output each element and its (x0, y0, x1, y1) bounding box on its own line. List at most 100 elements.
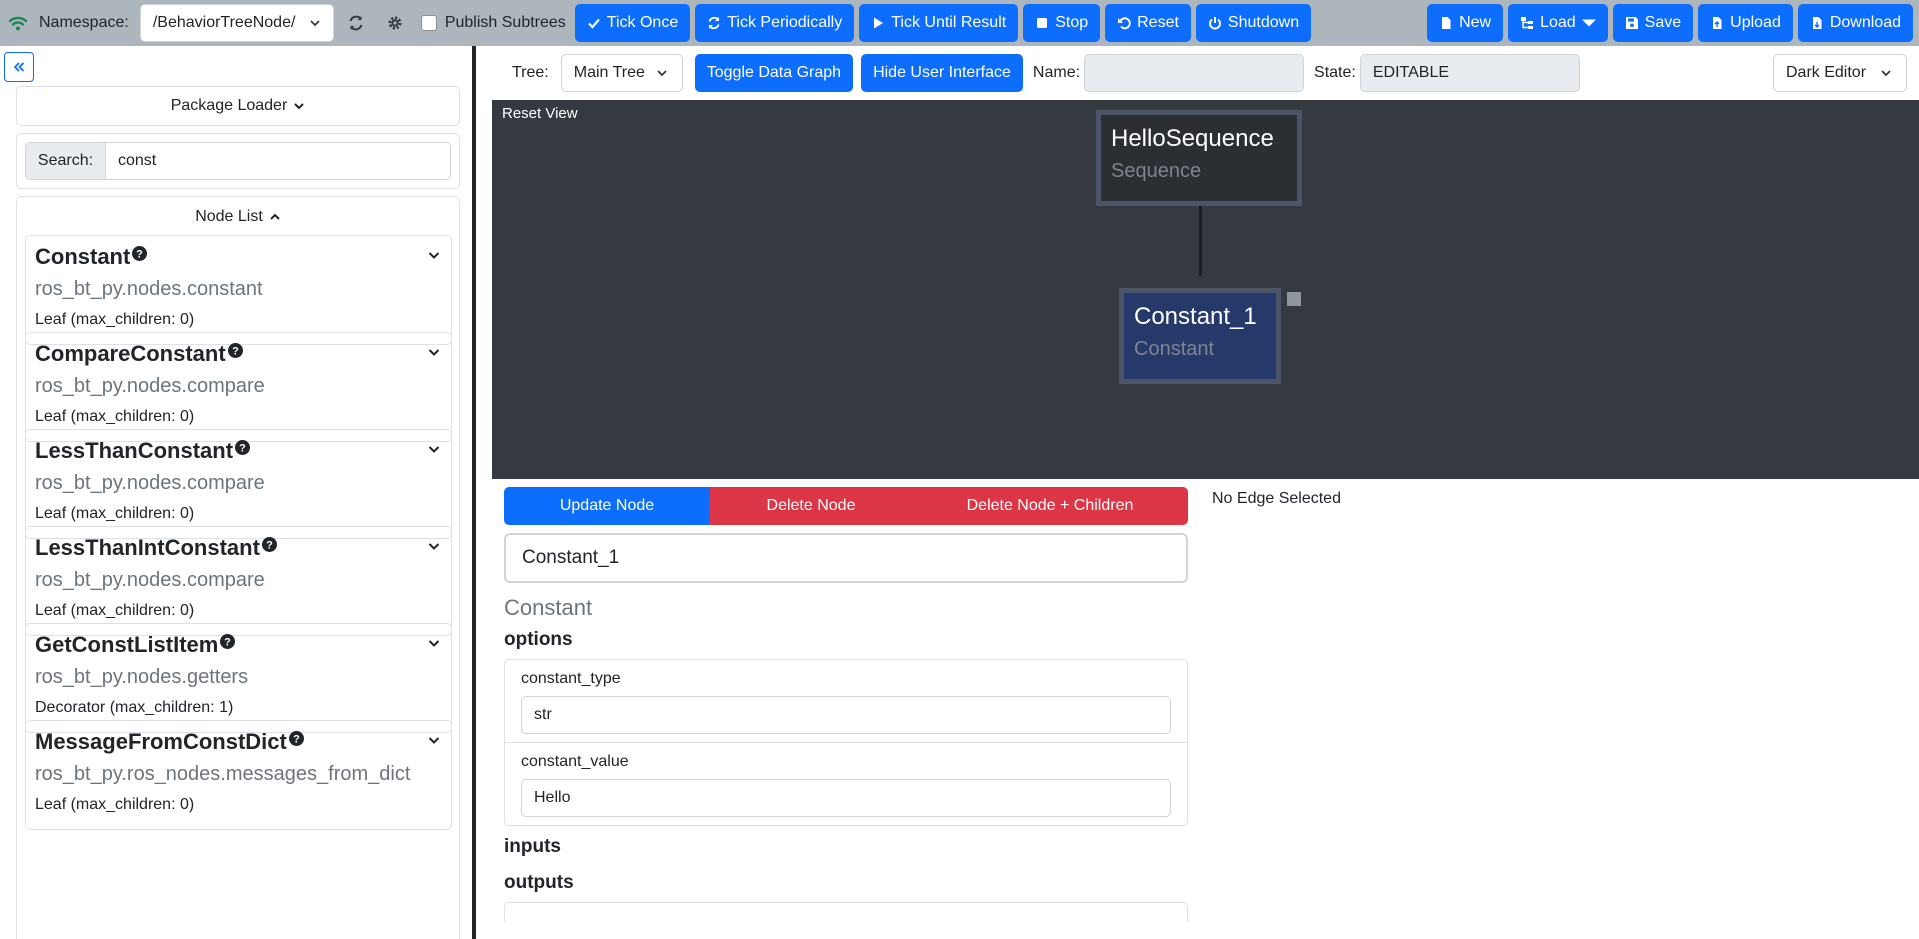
tick-once-button[interactable]: Tick Once (574, 4, 691, 42)
node-list-toggle[interactable]: Node List (17, 197, 459, 237)
node-list-item[interactable]: Constant? ros_bt_py.nodes.constant Leaf … (25, 235, 452, 345)
node-list-label: Node List (195, 208, 263, 225)
reset-view-button[interactable]: Reset View (502, 105, 578, 122)
node-list-item[interactable]: GetConstListItem? ros_bt_py.nodes.getter… (25, 623, 452, 733)
node-name-input[interactable]: Constant_1 (504, 533, 1188, 583)
collapse-sidebar-button[interactable] (4, 52, 34, 82)
node-sidebar: Package Loader Search: Node List Constan… (0, 46, 476, 939)
namespace-value: /BehaviorTreeNode/ (152, 14, 296, 31)
download-button[interactable]: Download (1797, 4, 1913, 42)
node-item-module: ros_bt_py.ros_nodes.messages_from_dict (35, 763, 411, 785)
file-icon (1439, 16, 1453, 30)
stop-icon (1035, 16, 1049, 30)
chevron-down-icon[interactable] (427, 442, 441, 456)
tree-select[interactable]: Main Tree (560, 54, 683, 92)
option-key: constant_type (521, 670, 621, 687)
help-icon[interactable]: ? (218, 632, 236, 649)
load-dropdown-button[interactable]: Load (1508, 4, 1608, 42)
package-loader-toggle[interactable]: Package Loader (16, 86, 460, 126)
tree-node-hellosequence[interactable]: HelloSequence Sequence (1096, 110, 1302, 206)
node-item-name: LessThanIntConstant (35, 535, 260, 560)
file-download-icon (1810, 16, 1824, 30)
save-label: Save (1644, 14, 1682, 31)
hide-user-interface-button[interactable]: Hide User Interface (861, 54, 1023, 92)
power-icon (1208, 16, 1222, 30)
tree-node-name: HelloSequence (1111, 125, 1274, 152)
chevron-down-icon (293, 100, 305, 112)
hide-user-interface-label: Hide User Interface (873, 64, 1011, 81)
help-icon[interactable]: ? (130, 244, 148, 261)
node-item-module: ros_bt_py.nodes.constant (35, 278, 263, 300)
svg-text:?: ? (224, 636, 231, 648)
chevron-down-icon[interactable] (427, 733, 441, 747)
search-label: Search: (26, 143, 106, 179)
delete-node-button[interactable]: Delete Node (710, 487, 912, 525)
svg-text:?: ? (266, 539, 273, 551)
state-label: State: (1314, 64, 1356, 81)
node-list-item[interactable]: LessThanIntConstant? ros_bt_py.nodes.com… (25, 526, 452, 636)
help-icon[interactable]: ? (226, 341, 243, 358)
toggle-data-graph-button[interactable]: Toggle Data Graph (694, 54, 854, 92)
tree-canvas[interactable]: Reset View HelloSequence Sequence Consta… (492, 100, 1919, 479)
help-icon[interactable]: ? (233, 438, 251, 455)
tree-edge[interactable] (1199, 206, 1202, 276)
main-area: Tree: Main Tree Toggle Data Graph Hide U… (480, 46, 1919, 939)
node-item-kind: Leaf (max_children: 0) (35, 602, 195, 619)
publish-subtrees-toggle[interactable]: Publish Subtrees (420, 14, 566, 32)
upload-button[interactable]: Upload (1698, 4, 1793, 42)
node-item-name: GetConstListItem (35, 632, 219, 657)
settings-button[interactable] (378, 4, 412, 42)
refresh-button[interactable] (339, 4, 373, 42)
node-list-item[interactable]: CompareConstant? ros_bt_py.nodes.compare… (25, 332, 452, 442)
reset-button[interactable]: Reset (1105, 4, 1191, 42)
chevron-down-icon[interactable] (427, 248, 441, 262)
node-item-kind: Leaf (max_children: 0) (35, 505, 195, 522)
publish-subtrees-label: Publish Subtrees (444, 14, 566, 31)
tree-name-field[interactable] (1084, 54, 1305, 92)
delete-node-children-button[interactable]: Delete Node + Children (912, 487, 1188, 525)
tick-periodically-button[interactable]: Tick Periodically (695, 4, 855, 42)
node-item-name: Constant (35, 244, 131, 269)
tree-state-field: EDITABLE (1359, 54, 1580, 92)
namespace-select[interactable]: /BehaviorTreeNode/ (139, 4, 334, 42)
node-item-module: ros_bt_py.nodes.compare (35, 472, 265, 494)
node-item-name: CompareConstant (35, 341, 226, 366)
node-action-buttons: Update Node Delete Node Delete Node + Ch… (504, 487, 1188, 525)
save-button[interactable]: Save (1612, 4, 1694, 42)
search-input[interactable] (106, 143, 450, 179)
update-node-button[interactable]: Update Node (504, 487, 710, 525)
package-loader-label: Package Loader (170, 97, 288, 114)
shutdown-button[interactable]: Shutdown (1195, 4, 1312, 42)
node-item-name: LessThanConstant (35, 438, 234, 463)
stop-button[interactable]: Stop (1023, 4, 1101, 42)
node-item-title: GetConstListItem? (35, 632, 442, 658)
chevron-down-icon (309, 17, 321, 29)
node-output-port[interactable] (1287, 292, 1301, 306)
edge-status-text: No Edge Selected (1212, 490, 1341, 507)
tree-node-constant-1[interactable]: Constant_1 Constant (1119, 288, 1281, 384)
chevron-down-icon[interactable] (427, 345, 441, 359)
tick-until-result-button[interactable]: Tick Until Result (859, 4, 1019, 42)
node-item-kind: Leaf (max_children: 0) (35, 311, 195, 328)
node-list-item[interactable]: MessageFromConstDict? ros_bt_py.ros_node… (25, 720, 452, 830)
node-item-module: ros_bt_py.nodes.compare (35, 375, 265, 397)
help-icon[interactable]: ? (287, 729, 304, 746)
tick-once-label: Tick Once (606, 14, 679, 31)
publish-subtrees-checkbox[interactable] (420, 15, 437, 31)
option-value-input[interactable]: str (521, 696, 1171, 734)
inputs-section-title: inputs (504, 836, 561, 857)
chevron-down-icon[interactable] (427, 636, 441, 650)
chevron-down-icon[interactable] (427, 539, 441, 553)
reset-label: Reset (1137, 14, 1179, 31)
editor-theme-select[interactable]: Dark Editor (1773, 54, 1907, 92)
wifi-icon (8, 15, 34, 31)
node-list-card: Node List Constant? ros_bt_py.nodes.cons… (16, 196, 460, 939)
search-card: Search: (16, 133, 460, 189)
svg-text:?: ? (239, 442, 246, 454)
node-item-name: MessageFromConstDict (35, 729, 287, 754)
node-list-item[interactable]: LessThanConstant? ros_bt_py.nodes.compar… (25, 429, 452, 539)
tick-until-result-label: Tick Until Result (891, 14, 1007, 31)
help-icon[interactable]: ? (260, 535, 277, 552)
option-value-input[interactable]: Hello (521, 779, 1171, 817)
new-button[interactable]: New (1427, 4, 1504, 42)
